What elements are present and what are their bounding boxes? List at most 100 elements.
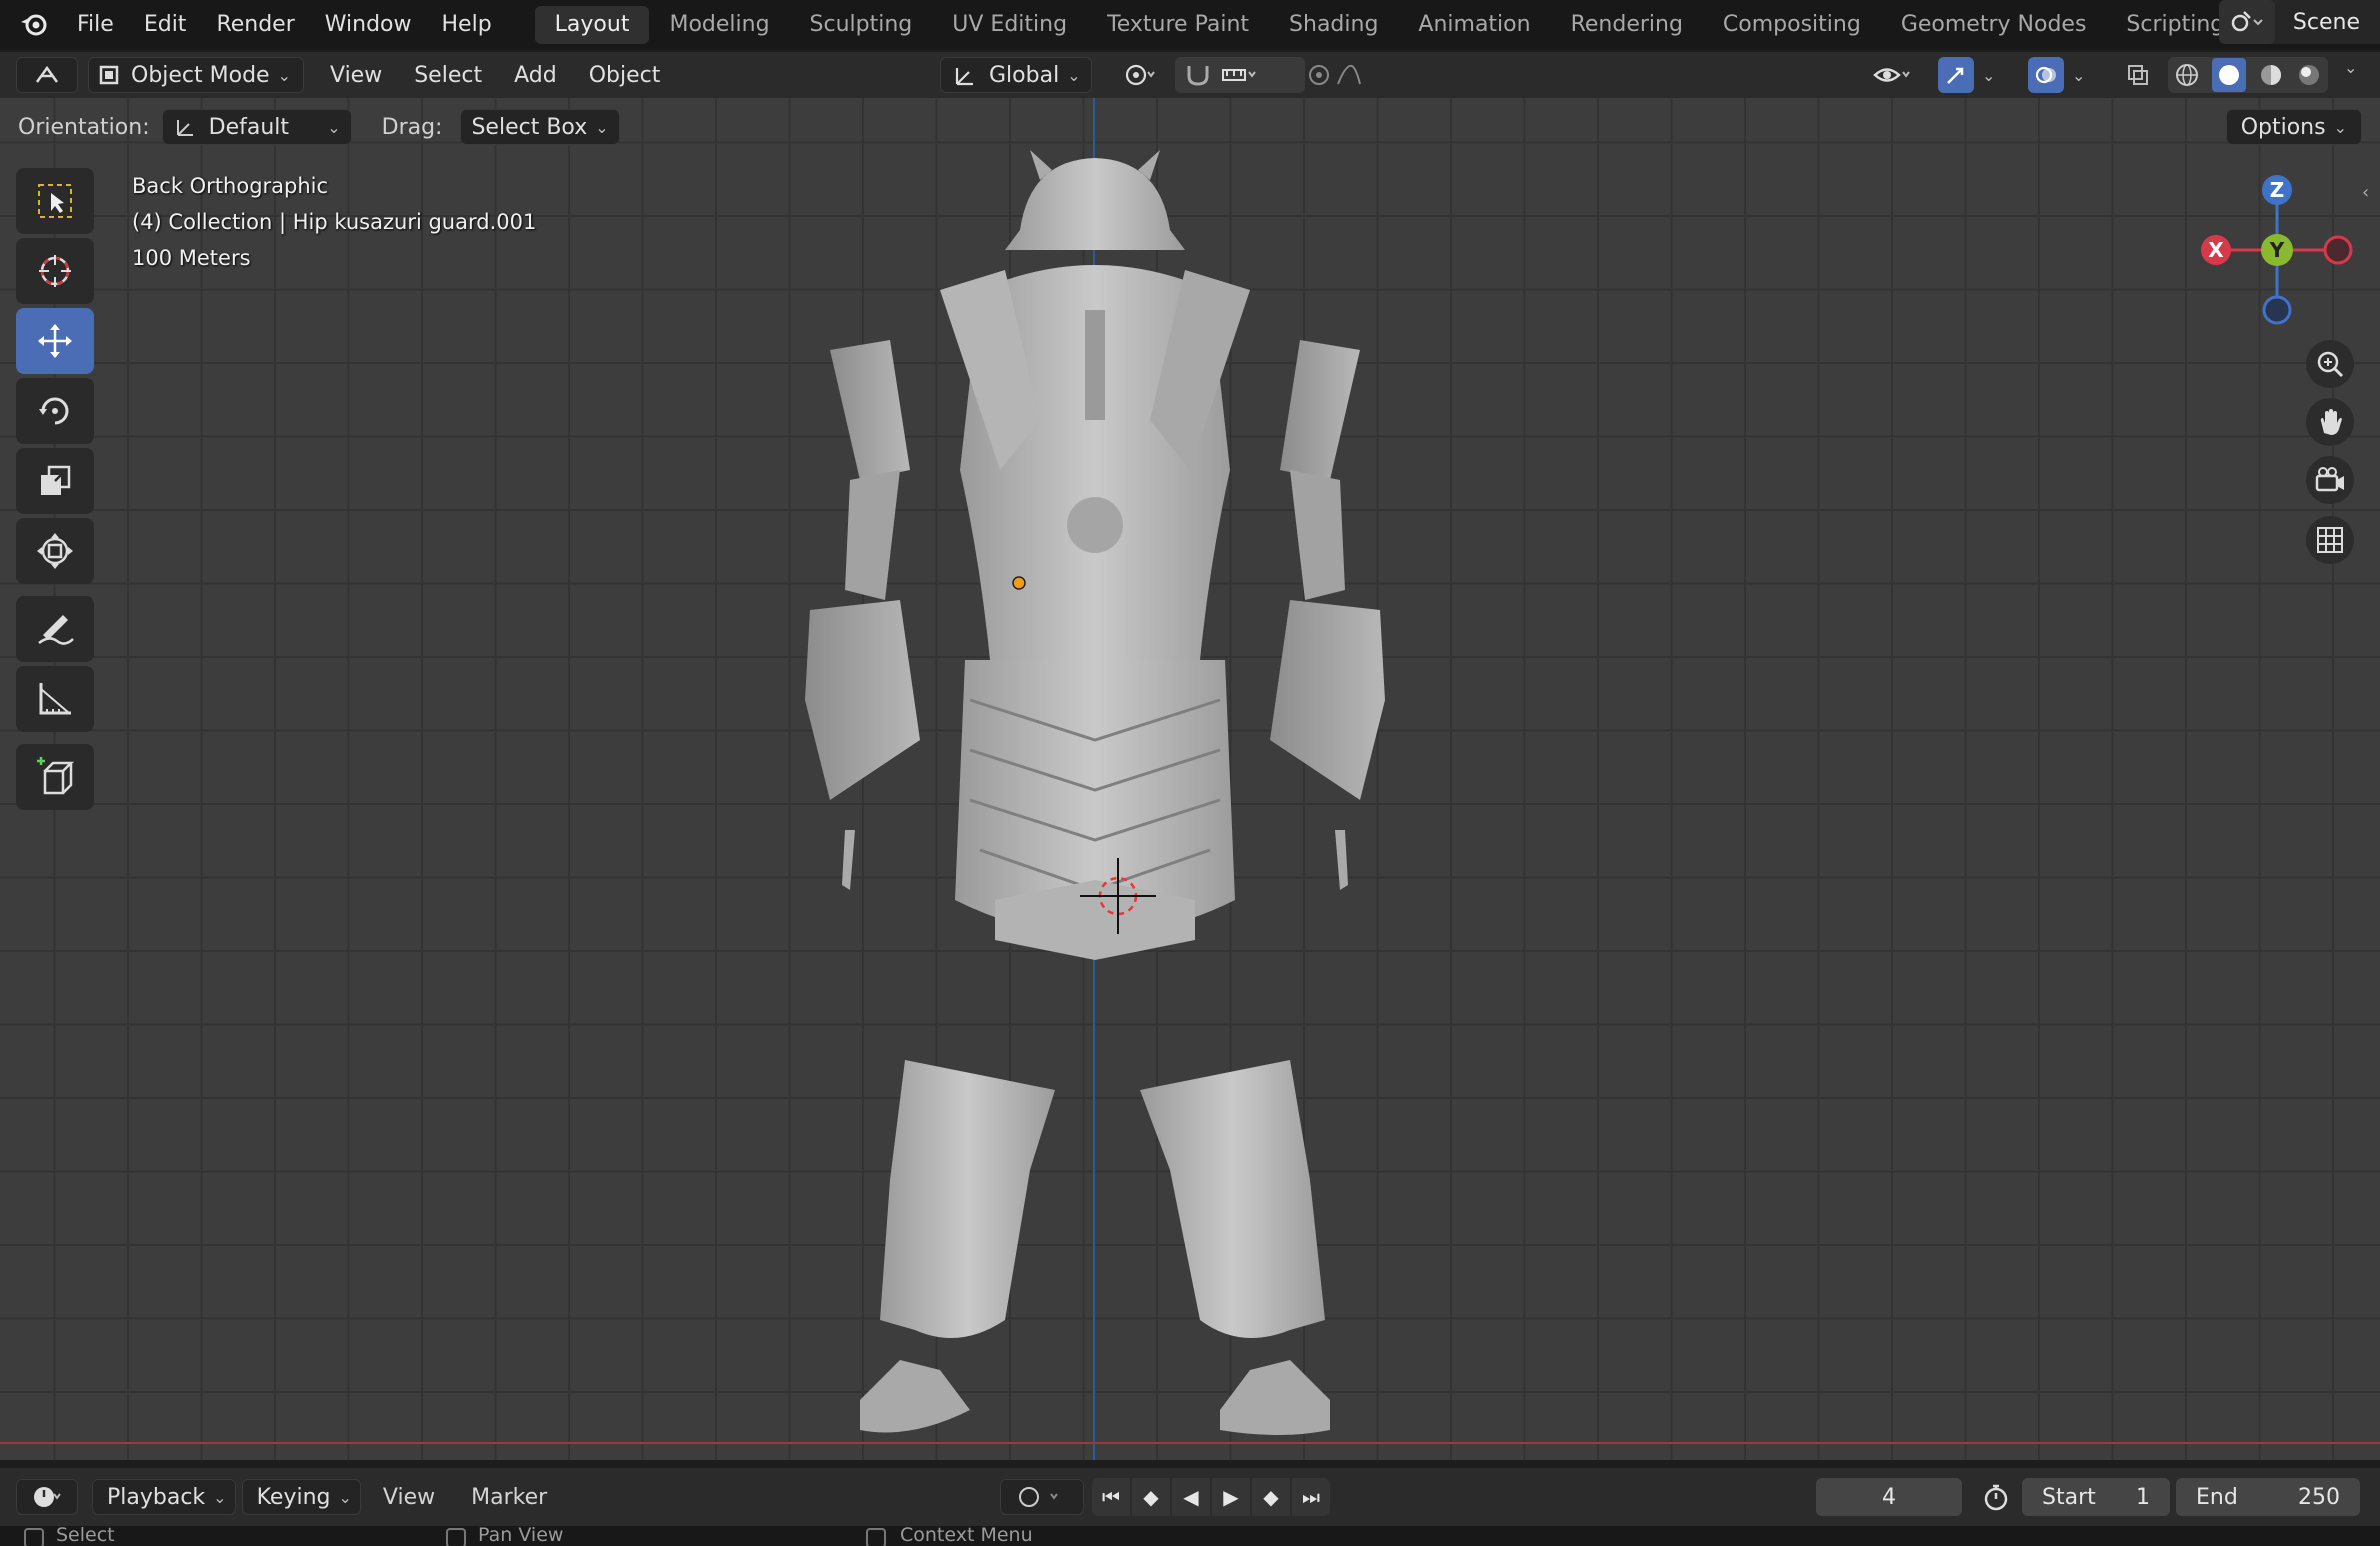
start-frame-field[interactable]: Start 1 [2022,1478,2170,1516]
gizmo-y-label: Y [2269,238,2285,262]
rendered-shading-icon[interactable] [2296,62,2322,88]
gizmo-toggle-button[interactable]: ⌄ [1938,57,1998,93]
next-keyframe-icon[interactable]: ◆ [1252,1478,1290,1516]
menu-edit[interactable]: Edit [129,2,202,48]
pan-view-button[interactable] [2306,398,2354,446]
record-icon [1019,1487,1058,1507]
orientation-dropdown[interactable]: Default ⌄ [161,109,352,145]
timeline-editor-type-button[interactable] [16,1479,78,1515]
proportional-edit-icon [1309,65,1329,85]
menu-object[interactable]: Object [573,63,677,88]
camera-view-button[interactable] [2306,456,2354,504]
tab-sculpting[interactable]: Sculpting [790,6,933,44]
measure-tool[interactable] [16,666,94,732]
visibility-button[interactable] [1862,57,1922,93]
end-value: 250 [2298,1484,2340,1510]
jump-start-icon[interactable]: ⏮ [1092,1478,1130,1516]
proportional-editing-group[interactable] [1290,57,1390,93]
grid-icon [2317,527,2343,553]
camera-icon [2315,467,2344,492]
drag-value: Select Box [471,114,588,140]
zoom-icon [2317,351,2344,378]
navigation-gizmo[interactable]: Z X Y [2190,170,2360,330]
drag-dropdown[interactable]: Select Box ⌄ [460,109,620,145]
pivot-point-button[interactable] [1110,57,1170,93]
tab-modeling[interactable]: Modeling [649,6,789,44]
playback-label: Playback [107,1484,206,1510]
neg-z-axis-icon[interactable] [2262,295,2292,325]
tab-geometry-nodes[interactable]: Geometry Nodes [1881,6,2107,44]
menu-view[interactable]: View [314,63,398,88]
view-name: Back Orthographic [132,174,329,198]
gizmo-icon [1938,57,1974,93]
menu-file[interactable]: File [62,2,129,48]
menu-add[interactable]: Add [498,63,573,88]
rotate-tool[interactable] [16,378,94,444]
hand-icon [2320,409,2342,435]
start-value: 1 [2136,1484,2150,1510]
neg-x-axis-icon[interactable] [2323,235,2353,265]
current-frame-field[interactable]: 4 [1816,1478,1962,1516]
options-dropdown[interactable]: Options ⌄ [2225,109,2362,145]
scene-icon[interactable] [2218,0,2275,44]
xray-toggle-button[interactable] [2120,57,2156,93]
clock-editor-icon [34,1487,61,1507]
auto-keying-button[interactable] [1000,1479,1084,1515]
cursor-tool[interactable] [16,238,94,304]
snapping-group[interactable] [1175,57,1305,93]
tab-compositing[interactable]: Compositing [1703,6,1881,44]
menu-window[interactable]: Window [310,2,427,48]
wireframe-shading-icon[interactable] [2174,62,2200,88]
marker-menu[interactable]: Marker [471,1485,547,1510]
shading-options-chevron-icon[interactable]: ⌄ [2344,58,2357,77]
playback-menu[interactable]: Playback ⌄ [92,1479,236,1515]
jump-end-icon[interactable]: ⏭ [1292,1478,1330,1516]
select-box-tool[interactable] [16,168,94,234]
tab-rendering[interactable]: Rendering [1551,6,1703,44]
rotate-icon [39,397,69,425]
tool-settings-bar: Orientation: Default ⌄ Drag: Select Box … [0,104,2380,150]
magnet-icon [1187,66,1209,86]
material-shading-icon[interactable] [2258,62,2284,88]
mouse-left-icon [24,1528,44,1546]
play-icon[interactable]: ▶ [1212,1478,1250,1516]
sidebar-toggle-chevron-icon[interactable]: ‹ [2362,182,2369,203]
scene-selector[interactable]: Scene [2218,0,2380,44]
drag-label: Drag: [381,114,443,140]
menu-help[interactable]: Help [427,2,507,48]
chevron-down-icon[interactable]: ⌄ [1982,66,1995,85]
play-reverse-icon[interactable]: ◀ [1172,1478,1210,1516]
mode-selector[interactable]: Object Mode ⌄ [88,57,304,93]
keying-menu[interactable]: Keying ⌄ [241,1479,361,1515]
preview-range-button[interactable] [1976,1478,2016,1516]
tab-animation[interactable]: Animation [1398,6,1550,44]
transform-tool[interactable] [16,518,94,584]
solid-shading-icon[interactable] [2212,58,2246,92]
move-tool[interactable] [16,308,94,374]
menu-render[interactable]: Render [201,2,309,48]
zoom-view-button[interactable] [2306,340,2354,388]
scale-tool[interactable] [16,448,94,514]
tab-uv-editing[interactable]: UV Editing [932,6,1087,44]
blender-logo-icon[interactable] [14,5,54,45]
chevron-down-icon: ⌄ [277,65,291,85]
transform-orientation-selector[interactable]: Global ⌄ [940,57,1092,93]
chevron-down-icon[interactable]: ⌄ [2072,66,2085,85]
add-cube-tool[interactable] [16,744,94,810]
mouse-middle-icon [446,1528,466,1546]
tab-shading[interactable]: Shading [1269,6,1398,44]
scene-name[interactable]: Scene [2293,10,2360,35]
editor-type-button[interactable] [16,57,78,93]
tab-layout[interactable]: Layout [534,6,650,44]
overlays-toggle-button[interactable]: ⌄ [2028,57,2088,93]
toggle-projection-button[interactable] [2306,516,2354,564]
options-label: Options [2240,114,2326,140]
armor-model[interactable] [790,140,1410,1450]
end-frame-field[interactable]: End 250 [2176,1478,2360,1516]
tab-texture-paint[interactable]: Texture Paint [1087,6,1269,44]
prev-keyframe-icon[interactable]: ◆ [1132,1478,1170,1516]
timeline-view-menu[interactable]: View [383,1485,435,1510]
overlays-icon [2028,57,2064,93]
menu-select[interactable]: Select [398,63,498,88]
annotate-tool[interactable] [16,596,94,662]
